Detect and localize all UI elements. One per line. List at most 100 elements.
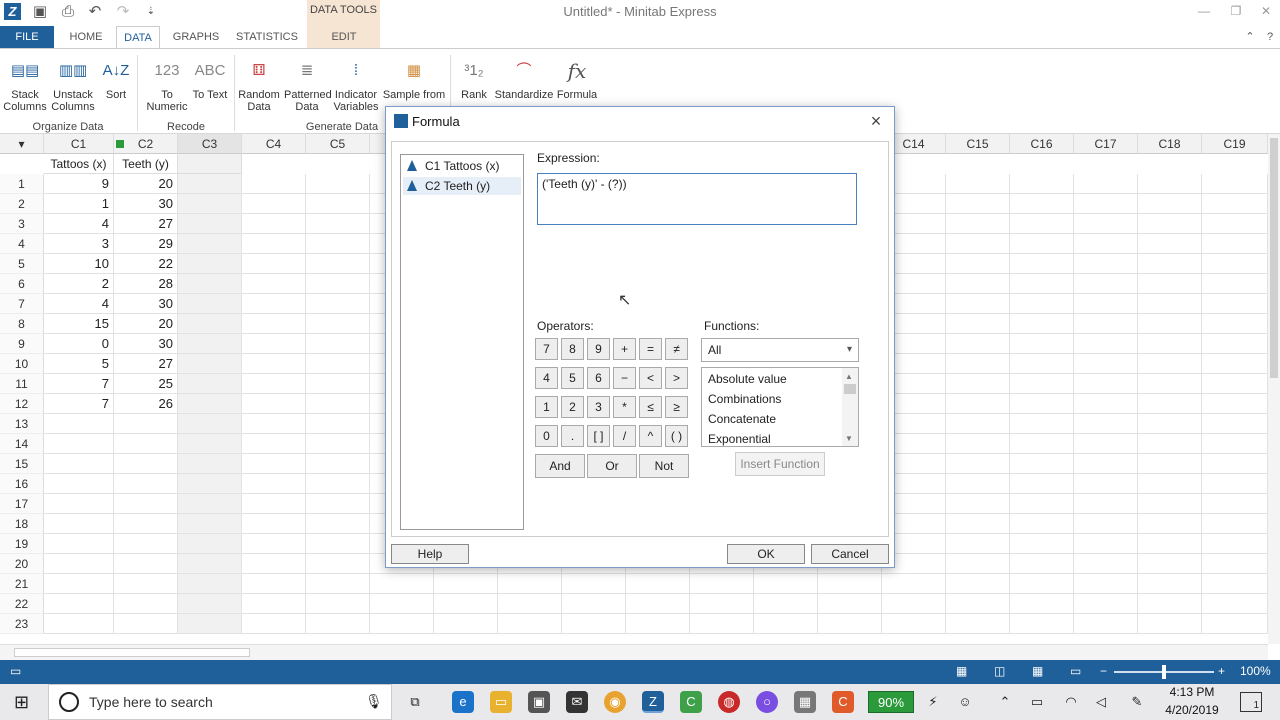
- table-cell[interactable]: [178, 494, 242, 514]
- table-cell[interactable]: [1010, 474, 1074, 494]
- row-header[interactable]: 13: [0, 414, 44, 434]
- table-cell[interactable]: [946, 434, 1010, 454]
- table-cell[interactable]: [1138, 354, 1202, 374]
- table-cell[interactable]: [1202, 254, 1268, 274]
- variable-item-c2[interactable]: C2 Teeth (y): [403, 177, 521, 195]
- sort-button[interactable]: A↓Z Sort: [100, 53, 132, 101]
- table-cell[interactable]: [1202, 534, 1268, 554]
- table-cell[interactable]: [754, 574, 818, 594]
- table-cell[interactable]: [946, 554, 1010, 574]
- collapse-ribbon-icon[interactable]: ⌃: [1242, 26, 1258, 48]
- table-cell[interactable]: [946, 234, 1010, 254]
- column-header-c17[interactable]: C17: [1074, 134, 1138, 154]
- help-button[interactable]: Help: [391, 544, 469, 564]
- wifi-icon[interactable]: ◠: [1060, 691, 1082, 713]
- table-cell[interactable]: [1202, 454, 1268, 474]
- clock-date[interactable]: 4/20/2019: [1160, 703, 1224, 717]
- close-icon[interactable]: ×: [866, 111, 886, 131]
- table-cell[interactable]: [1074, 254, 1138, 274]
- unstack-columns-button[interactable]: ▥▥ Unstack Columns: [50, 53, 96, 113]
- table-cell[interactable]: [242, 574, 306, 594]
- table-cell[interactable]: [306, 454, 370, 474]
- table-cell[interactable]: [498, 594, 562, 614]
- table-cell[interactable]: [178, 414, 242, 434]
- table-cell[interactable]: [242, 554, 306, 574]
- table-cell[interactable]: [178, 614, 242, 634]
- table-cell[interactable]: [1202, 314, 1268, 334]
- table-cell[interactable]: [178, 554, 242, 574]
- close-window-icon[interactable]: ✕: [1246, 2, 1280, 22]
- table-cell[interactable]: [1138, 514, 1202, 534]
- table-cell[interactable]: [1202, 514, 1268, 534]
- table-cell[interactable]: [178, 194, 242, 214]
- operator-button[interactable]: 0: [535, 425, 558, 447]
- table-cell[interactable]: [178, 374, 242, 394]
- table-cell[interactable]: [1202, 594, 1268, 614]
- table-cell[interactable]: [1074, 314, 1138, 334]
- table-cell[interactable]: [114, 534, 178, 554]
- row-header[interactable]: 8: [0, 314, 44, 334]
- table-cell[interactable]: [242, 594, 306, 614]
- operator-button[interactable]: ^: [639, 425, 662, 447]
- clock-time[interactable]: 4:13 PM: [1162, 685, 1222, 699]
- table-cell[interactable]: [1202, 294, 1268, 314]
- expression-input[interactable]: ('Teeth (y)' - (?)): [537, 173, 857, 225]
- column-header-c19[interactable]: C19: [1202, 134, 1268, 154]
- column-header-c4[interactable]: C4: [242, 134, 306, 154]
- table-cell[interactable]: [242, 234, 306, 254]
- table-cell[interactable]: [114, 594, 178, 614]
- table-cell[interactable]: [1074, 514, 1138, 534]
- table-cell[interactable]: [242, 254, 306, 274]
- table-cell[interactable]: [818, 614, 882, 634]
- table-cell[interactable]: [434, 594, 498, 614]
- app-purple-icon[interactable]: ○: [756, 691, 778, 713]
- table-cell[interactable]: [946, 534, 1010, 554]
- grid-view-icon[interactable]: ▦: [1032, 664, 1043, 678]
- operator-button[interactable]: >: [665, 367, 688, 389]
- table-cell[interactable]: [1074, 494, 1138, 514]
- scroll-thumb[interactable]: [14, 648, 250, 657]
- table-cell[interactable]: [44, 594, 114, 614]
- indicator-variables-button[interactable]: ⁞ Indicator Variables: [332, 53, 380, 113]
- table-cell[interactable]: [242, 514, 306, 534]
- table-cell[interactable]: [946, 374, 1010, 394]
- and-button[interactable]: And: [535, 454, 585, 478]
- operator-button[interactable]: /: [613, 425, 636, 447]
- table-cell[interactable]: [306, 434, 370, 454]
- operator-button[interactable]: 9: [587, 338, 610, 360]
- table-cell[interactable]: [1202, 234, 1268, 254]
- table-cell[interactable]: [882, 614, 946, 634]
- table-cell[interactable]: [1138, 594, 1202, 614]
- random-data-button[interactable]: ⚅ Random Data: [236, 53, 282, 113]
- column-header-c15[interactable]: C15: [946, 134, 1010, 154]
- not-button[interactable]: Not: [639, 454, 689, 478]
- functions-list[interactable]: Absolute value Combinations Concatenate …: [701, 367, 859, 447]
- table-cell[interactable]: [242, 434, 306, 454]
- table-cell[interactable]: 0: [44, 334, 114, 354]
- table-cell[interactable]: [1138, 554, 1202, 574]
- table-cell[interactable]: [178, 254, 242, 274]
- row-header[interactable]: 10: [0, 354, 44, 374]
- or-button[interactable]: Or: [587, 454, 637, 478]
- table-cell[interactable]: [1138, 174, 1202, 194]
- table-cell[interactable]: [1074, 414, 1138, 434]
- table-cell[interactable]: [946, 314, 1010, 334]
- table-cell[interactable]: [178, 234, 242, 254]
- table-cell[interactable]: [306, 354, 370, 374]
- power-plug-icon[interactable]: ⚡: [922, 691, 944, 713]
- table-cell[interactable]: [1202, 194, 1268, 214]
- table-cell[interactable]: [754, 614, 818, 634]
- table-cell[interactable]: [306, 534, 370, 554]
- file-explorer-icon[interactable]: ▭: [490, 691, 512, 713]
- table-cell[interactable]: [1138, 534, 1202, 554]
- operator-button[interactable]: 7: [535, 338, 558, 360]
- table-cell[interactable]: [178, 534, 242, 554]
- table-cell[interactable]: 1: [44, 194, 114, 214]
- table-cell[interactable]: [1138, 334, 1202, 354]
- table-cell[interactable]: [178, 594, 242, 614]
- table-cell[interactable]: [306, 614, 370, 634]
- table-cell[interactable]: 2: [44, 274, 114, 294]
- table-cell[interactable]: [178, 314, 242, 334]
- row-header[interactable]: 22: [0, 594, 44, 614]
- table-cell[interactable]: [626, 574, 690, 594]
